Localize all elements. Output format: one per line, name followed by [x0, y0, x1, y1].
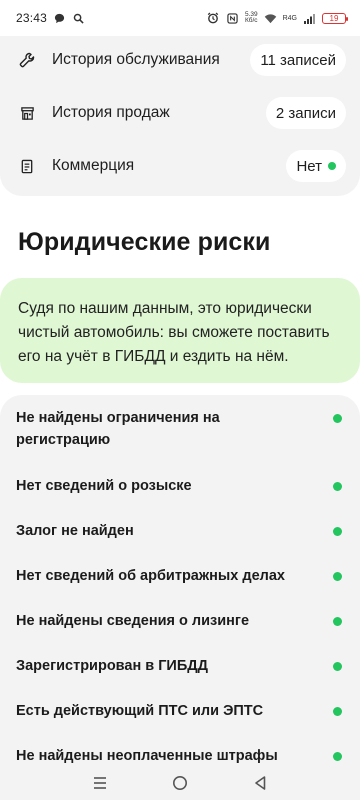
status-right: 5.39 Кб/с R4G 19 — [207, 11, 348, 25]
history-sales-count: 2 записи — [265, 97, 346, 129]
status-ok-dot — [328, 162, 336, 170]
status-time: 23:43 — [16, 11, 48, 25]
battery-level: 19 — [329, 13, 339, 23]
legal-risks-title: Юридические риски — [18, 228, 271, 256]
battery-icon: 19 — [322, 12, 348, 24]
message-icon — [53, 12, 66, 25]
history-sales-label: История продаж — [52, 104, 170, 121]
check-ok-dot — [333, 526, 342, 536]
history-sales-value: 2 записи — [275, 104, 336, 122]
history-commerce-label: Коммерция — [52, 157, 135, 174]
signal-label: R4G — [282, 14, 297, 22]
system-nav-bar — [0, 765, 360, 800]
history-service-label: История обслуживания — [52, 51, 220, 68]
check-label: Залог не найден — [16, 523, 134, 539]
check-item-pledge[interactable]: Залог не найден — [16, 520, 344, 542]
home-nav-icon[interactable] — [160, 768, 200, 798]
status-left: 23:43 — [16, 11, 85, 25]
check-label: Нет сведений о розыске — [16, 478, 192, 494]
check-ok-dot — [333, 571, 342, 581]
history-row-sales[interactable]: История продаж 2 записи — [18, 93, 346, 133]
wifi-icon — [264, 12, 277, 25]
alarm-icon — [207, 12, 220, 25]
legal-info-box: Судя по нашим данным, это юридически чис… — [0, 278, 360, 383]
check-ok-dot — [333, 706, 342, 716]
history-commerce-status: Нет — [286, 150, 346, 182]
history-card: История обслуживания 11 записей История … — [0, 36, 360, 196]
document-icon — [18, 157, 36, 175]
check-item-leasing[interactable]: Не найдены сведения о лизинге — [16, 610, 344, 632]
back-nav-icon[interactable] — [240, 768, 280, 798]
check-ok-dot — [333, 413, 342, 423]
check-label: Не найдены ограничения на регистрацию — [16, 410, 220, 448]
check-item-wanted[interactable]: Нет сведений о розыске — [16, 475, 344, 497]
check-label: Есть действующий ПТС или ЭПТС — [16, 703, 264, 719]
history-row-commerce[interactable]: Коммерция Нет — [18, 146, 346, 186]
check-ok-dot — [333, 661, 342, 671]
history-row-service[interactable]: История обслуживания 11 записей — [18, 40, 346, 80]
net-speed-unit: Кб/с — [244, 17, 258, 24]
net-speed: 5.39 Кб/с — [244, 11, 258, 25]
status-bar: 23:43 5.39 Кб/с R4G 19 — [0, 0, 360, 36]
check-item-registration[interactable]: Не найдены ограничения на регистрацию — [16, 407, 344, 451]
check-item-arbitration[interactable]: Нет сведений об арбитражных делах — [16, 565, 344, 587]
search-icon — [72, 12, 85, 25]
history-service-count: 11 записей — [250, 44, 346, 76]
legal-checks-list: Не найдены ограничения на регистрацию Не… — [0, 395, 360, 765]
check-item-pts[interactable]: Есть действующий ПТС или ЭПТС — [16, 700, 344, 722]
check-item-gibdd[interactable]: Зарегистрирован в ГИБДД — [16, 655, 344, 677]
nfc-icon — [226, 12, 239, 25]
check-item-fines[interactable]: Не найдены неоплаченные штрафы — [16, 745, 344, 765]
history-commerce-value: Нет — [296, 157, 322, 175]
check-ok-dot — [333, 481, 342, 491]
check-label: Не найдены сведения о лизинге — [16, 613, 250, 629]
legal-info-text: Судя по нашим данным, это юридически чис… — [18, 300, 330, 365]
check-ok-dot — [333, 616, 342, 626]
check-label: Нет сведений об арбитражных делах — [16, 568, 285, 584]
check-ok-dot — [333, 751, 342, 761]
signal-bars-icon — [303, 12, 316, 25]
storefront-icon — [18, 104, 36, 122]
wrench-icon — [18, 51, 36, 69]
history-service-value: 11 записей — [260, 51, 336, 69]
check-label: Зарегистрирован в ГИБДД — [16, 658, 208, 674]
check-label: Не найдены неоплаченные штрафы — [16, 748, 278, 764]
menu-nav-icon[interactable] — [80, 768, 120, 798]
